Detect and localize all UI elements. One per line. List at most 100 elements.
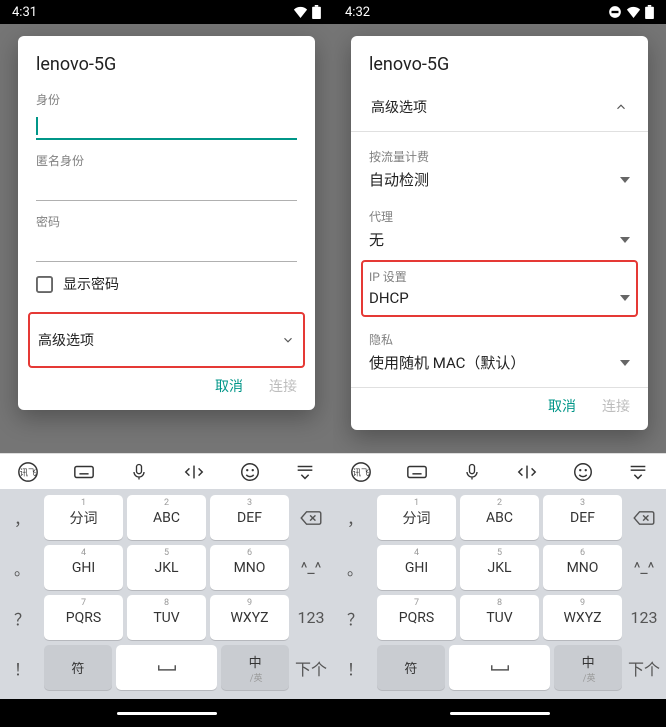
collapse-icon[interactable] bbox=[627, 461, 649, 483]
ip-value: DHCP bbox=[369, 289, 409, 307]
chevron-down-icon bbox=[281, 333, 295, 347]
privacy-setting[interactable]: 隐私 使用随机 MAC（默认） bbox=[369, 323, 630, 383]
key-symbol[interactable]: 符 bbox=[377, 645, 445, 690]
key-mno[interactable]: 6MNO bbox=[543, 545, 622, 590]
privacy-label: 隐私 bbox=[369, 331, 630, 348]
key-abc[interactable]: 2ABC bbox=[460, 495, 539, 540]
key-question[interactable]: ？ bbox=[4, 595, 40, 640]
emoji-icon[interactable] bbox=[239, 461, 261, 483]
keyboard-toolbar: 讯飞 bbox=[0, 453, 333, 489]
key-excl[interactable]: ！ bbox=[4, 645, 40, 690]
home-pill[interactable] bbox=[450, 712, 550, 715]
battery-icon bbox=[645, 5, 654, 19]
mic-icon[interactable] bbox=[462, 461, 482, 483]
key-space[interactable] bbox=[116, 645, 218, 690]
svg-text:讯飞: 讯飞 bbox=[352, 468, 369, 478]
metered-label: 按流量计费 bbox=[369, 148, 630, 165]
key-comma[interactable]: ， bbox=[337, 495, 373, 540]
keyboard-icon[interactable] bbox=[72, 461, 96, 483]
key-def[interactable]: 3DEF bbox=[543, 495, 622, 540]
checkbox-icon bbox=[36, 276, 53, 293]
key-tuv[interactable]: 8TUV bbox=[127, 595, 206, 640]
dialog-buttons: 取消 连接 bbox=[36, 376, 297, 396]
collapse-icon[interactable] bbox=[294, 461, 316, 483]
highlight-box: 高级选项 bbox=[28, 312, 305, 368]
logo-icon[interactable]: 讯飞 bbox=[17, 461, 39, 483]
edit-icon[interactable] bbox=[515, 461, 539, 483]
key-fenCi[interactable]: 1分词 bbox=[44, 495, 123, 540]
connect-button[interactable]: 连接 bbox=[269, 376, 297, 396]
mic-icon[interactable] bbox=[129, 461, 149, 483]
key-excl[interactable]: ！ bbox=[337, 645, 373, 690]
keyboard-icon[interactable] bbox=[405, 461, 429, 483]
key-def[interactable]: 3DEF bbox=[210, 495, 289, 540]
key-period[interactable]: 。 bbox=[4, 545, 40, 590]
advanced-options-row[interactable]: 高级选项 bbox=[369, 91, 630, 127]
key-backspace[interactable] bbox=[626, 495, 662, 540]
key-emoji[interactable]: ^_^ bbox=[293, 545, 329, 590]
key-wxyz[interactable]: 9WXYZ bbox=[543, 595, 622, 640]
key-jkl[interactable]: 5JKL bbox=[460, 545, 539, 590]
proxy-setting[interactable]: 代理 无 bbox=[369, 200, 630, 260]
emoji-icon[interactable] bbox=[572, 461, 594, 483]
key-lang[interactable]: 中/英 bbox=[221, 645, 289, 690]
logo-icon[interactable]: 讯飞 bbox=[350, 461, 372, 483]
ip-setting[interactable]: IP 设置 DHCP bbox=[369, 266, 630, 311]
password-input[interactable] bbox=[36, 234, 297, 262]
home-pill[interactable] bbox=[117, 712, 217, 715]
key-backspace[interactable] bbox=[293, 495, 329, 540]
key-jkl[interactable]: 5JKL bbox=[127, 545, 206, 590]
statusbar: 4:31 bbox=[0, 0, 333, 24]
identity-field[interactable]: 身份 bbox=[36, 91, 297, 140]
wifi-dialog: lenovo-5G 身份 匿名身份 密码 显示密码 高级选项 取消 连接 bbox=[18, 36, 315, 410]
password-field[interactable]: 密码 bbox=[36, 213, 297, 262]
key-ghi[interactable]: 4GHI bbox=[377, 545, 456, 590]
key-pqrs[interactable]: 7PQRS bbox=[44, 595, 123, 640]
navbar bbox=[333, 699, 666, 727]
key-mno[interactable]: 6MNO bbox=[210, 545, 289, 590]
key-ghi[interactable]: 4GHI bbox=[44, 545, 123, 590]
key-123[interactable]: 123 bbox=[293, 595, 329, 640]
privacy-value: 使用随机 MAC（默认） bbox=[369, 352, 525, 373]
dialog-buttons: 取消 连接 bbox=[369, 396, 630, 416]
edit-icon[interactable] bbox=[182, 461, 206, 483]
advanced-options-row[interactable]: 高级选项 bbox=[36, 318, 297, 362]
proxy-value: 无 bbox=[369, 229, 384, 250]
key-tuv[interactable]: 8TUV bbox=[460, 595, 539, 640]
cancel-button[interactable]: 取消 bbox=[215, 376, 243, 396]
time: 4:31 bbox=[12, 5, 37, 20]
key-comma[interactable]: ， bbox=[4, 495, 40, 540]
key-emoji[interactable]: ^_^ bbox=[626, 545, 662, 590]
keyboard-toolbar: 讯飞 bbox=[333, 453, 666, 489]
dropdown-icon bbox=[620, 177, 630, 183]
key-123[interactable]: 123 bbox=[626, 595, 662, 640]
network-title: lenovo-5G bbox=[36, 54, 297, 75]
key-next[interactable]: 下个 bbox=[626, 645, 662, 690]
wifi-icon bbox=[626, 6, 641, 18]
key-fenCi[interactable]: 1分词 bbox=[377, 495, 456, 540]
connect-button[interactable]: 连接 bbox=[602, 396, 630, 416]
anon-identity-input[interactable] bbox=[36, 173, 297, 201]
key-symbol[interactable]: 符 bbox=[44, 645, 112, 690]
key-pqrs[interactable]: 7PQRS bbox=[377, 595, 456, 640]
show-password-label: 显示密码 bbox=[63, 274, 119, 294]
time: 4:32 bbox=[345, 5, 370, 20]
identity-input[interactable] bbox=[36, 112, 297, 140]
key-abc[interactable]: 2ABC bbox=[127, 495, 206, 540]
cancel-button[interactable]: 取消 bbox=[548, 396, 576, 416]
identity-label: 身份 bbox=[36, 91, 297, 108]
dropdown-icon bbox=[620, 237, 630, 243]
key-lang[interactable]: 中/英 bbox=[554, 645, 622, 690]
key-wxyz[interactable]: 9WXYZ bbox=[210, 595, 289, 640]
key-period[interactable]: 。 bbox=[337, 545, 373, 590]
phone-left: 4:31 lenovo-5G 身份 匿名身份 密码 显示密码 高级选项 bbox=[0, 0, 333, 727]
anon-identity-field[interactable]: 匿名身份 bbox=[36, 152, 297, 201]
key-next[interactable]: 下个 bbox=[293, 645, 329, 690]
key-question[interactable]: ？ bbox=[337, 595, 373, 640]
statusbar: 4:32 bbox=[333, 0, 666, 24]
password-label: 密码 bbox=[36, 213, 297, 230]
svg-text:讯飞: 讯飞 bbox=[19, 468, 36, 478]
key-space[interactable] bbox=[449, 645, 551, 690]
metered-setting[interactable]: 按流量计费 自动检测 bbox=[369, 140, 630, 200]
show-password-checkbox[interactable]: 显示密码 bbox=[36, 274, 297, 294]
